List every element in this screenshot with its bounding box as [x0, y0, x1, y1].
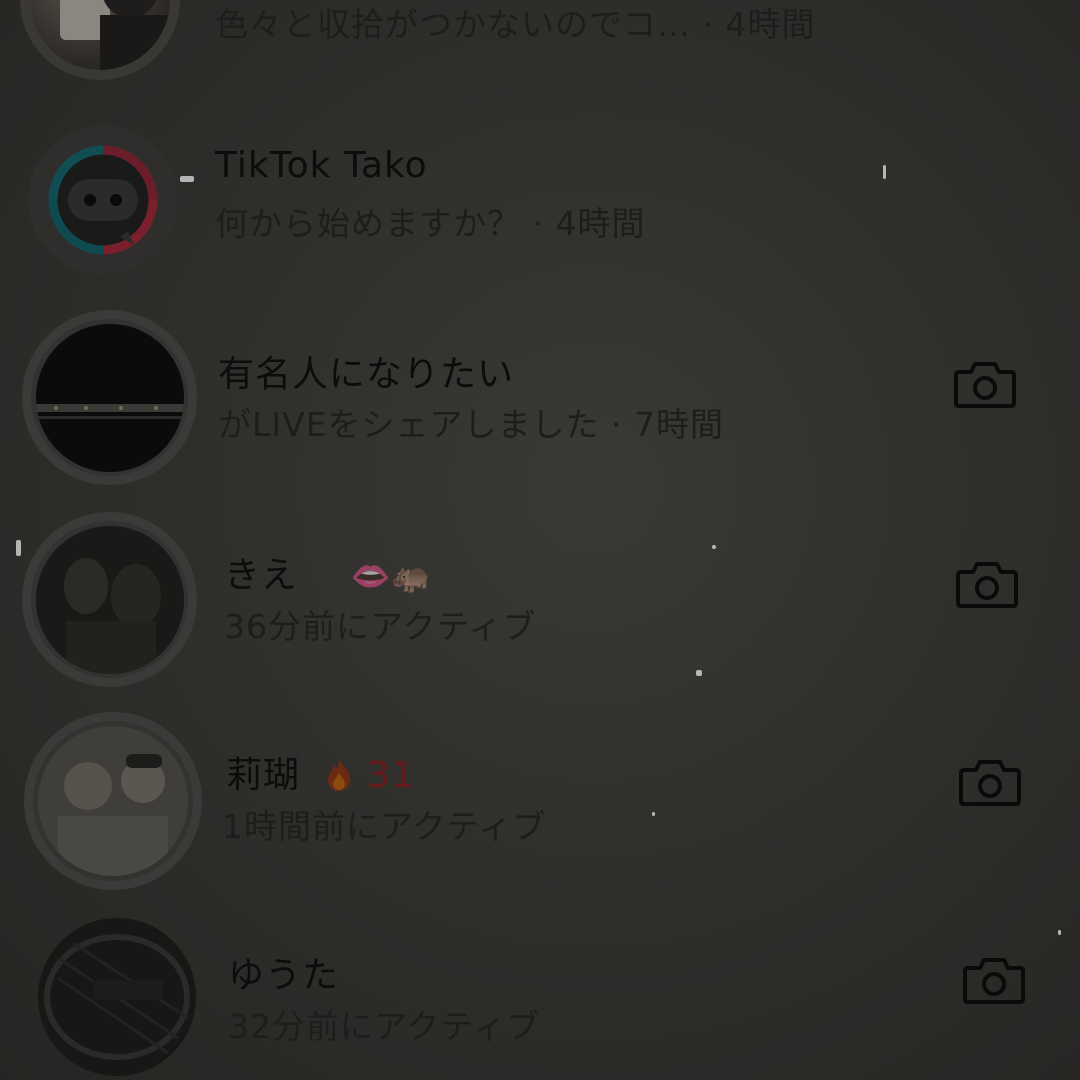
dust-speck — [1058, 930, 1061, 935]
avatar[interactable] — [28, 125, 178, 275]
avatar-photo — [38, 918, 196, 1076]
avatar-photo — [38, 726, 188, 876]
contact-name: 莉瑚 31 — [226, 746, 415, 798]
active-status: 36分前にアクティブ — [224, 607, 537, 646]
avatar[interactable] — [20, 0, 180, 80]
contact-name-text: きえ — [224, 555, 299, 596]
name-emoji: 👄🦛 — [350, 557, 433, 595]
conversation-row[interactable]: ゆうた 32分前にアクティブ — [0, 900, 1080, 1080]
contact-name: きえ 👄🦛 — [224, 546, 432, 598]
camera-icon[interactable] — [953, 358, 1017, 410]
dust-speck — [16, 540, 21, 556]
avatar[interactable] — [22, 512, 197, 687]
dust-speck — [712, 545, 716, 549]
camera-icon[interactable] — [962, 954, 1026, 1006]
avatar-photo — [60, 0, 170, 70]
message-preview: がLIVEをシェアしました · 7時間 — [218, 405, 725, 444]
contact-name: 有名人になりたい — [218, 354, 515, 395]
conversation-row[interactable]: 莉瑚 31 1時間前にアクティブ — [0, 700, 1080, 900]
contact-name-text: 莉瑚 — [226, 755, 301, 796]
avatar-photo — [35, 323, 184, 472]
avatar-photo — [35, 525, 184, 674]
contact-name: ゆうた — [228, 955, 340, 996]
camera-icon[interactable] — [955, 558, 1019, 610]
active-status: 32分前にアクティブ — [228, 1007, 541, 1046]
tiktok-tako-icon — [48, 145, 158, 255]
avatar[interactable] — [22, 310, 197, 485]
conversation-row[interactable]: きえ 👄🦛 36分前にアクティブ — [0, 500, 1080, 700]
dust-speck — [696, 670, 702, 676]
dust-speck — [180, 176, 194, 182]
message-preview: 色々と収拾がつかないのでコ… · 4時間 — [215, 5, 816, 44]
camera-icon[interactable] — [958, 756, 1022, 808]
conversation-row[interactable]: 色々と収拾がつかないのでコ… · 4時間 — [0, 0, 1080, 100]
active-status: 1時間前にアクティブ — [222, 807, 547, 846]
contact-name: TikTok Tako — [215, 145, 428, 186]
dust-speck — [883, 165, 886, 179]
conversation-row[interactable]: TikTok Tako 何から始めますか？ · 4時間 — [0, 100, 1080, 300]
avatar[interactable] — [24, 712, 202, 890]
avatar[interactable] — [38, 918, 196, 1076]
conversation-row[interactable]: 有名人になりたい がLIVEをシェアしました · 7時間 — [0, 300, 1080, 500]
fire-icon — [328, 759, 351, 791]
streak-count: 31 — [366, 755, 415, 796]
message-preview: 何から始めますか？ · 4時間 — [215, 204, 646, 243]
dust-speck — [652, 812, 655, 816]
